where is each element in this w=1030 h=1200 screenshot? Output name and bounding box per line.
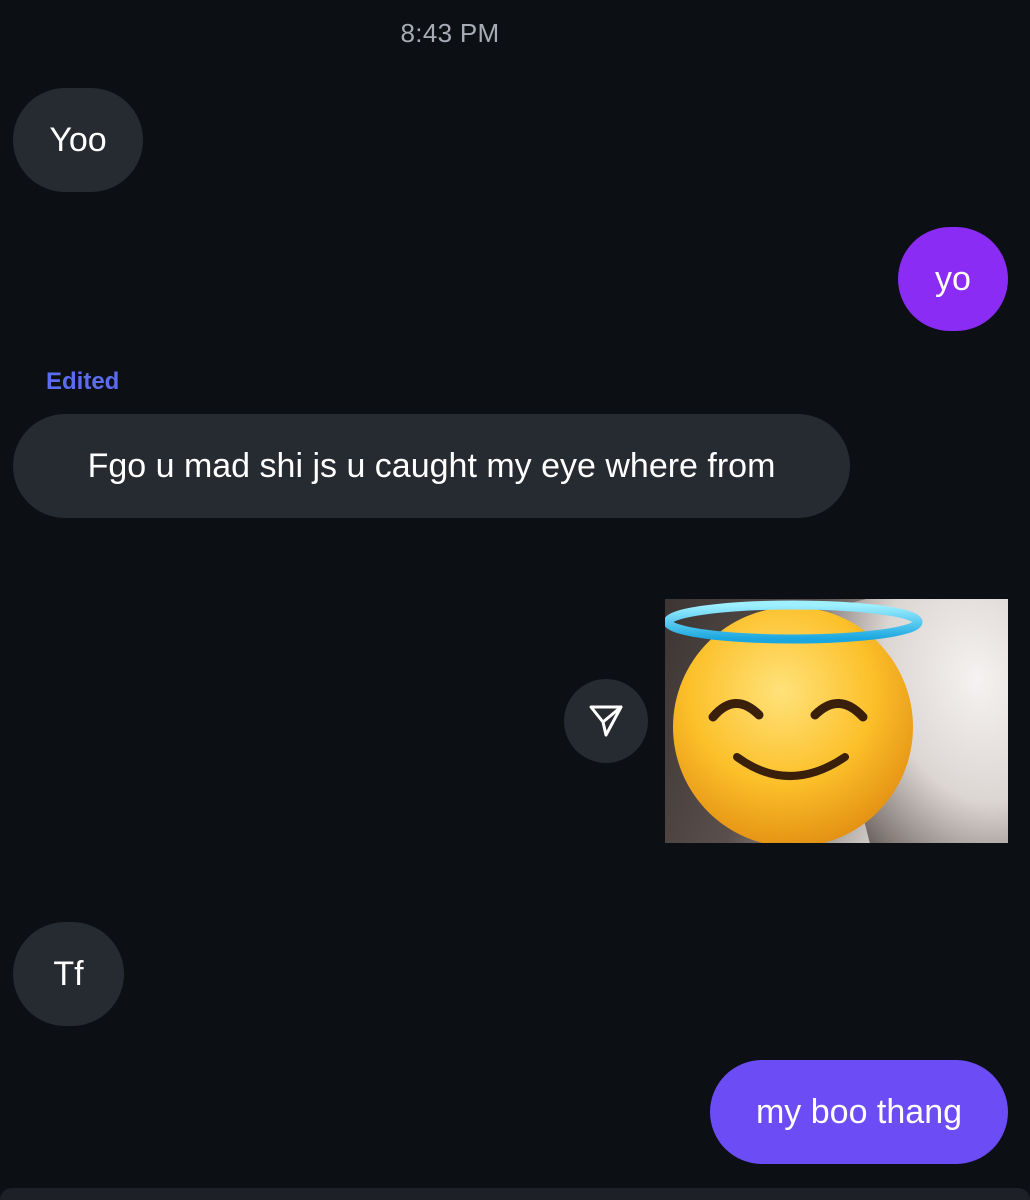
message-text: Fgo u mad shi js u caught my eye where f… [87, 446, 776, 485]
outgoing-message-bubble[interactable]: yo [898, 227, 1008, 331]
share-button[interactable] [564, 679, 648, 763]
message-composer[interactable] [0, 1188, 1030, 1200]
message-text: yo [935, 259, 971, 298]
photo-attachment[interactable] [665, 599, 1008, 843]
outgoing-message-bubble[interactable]: my boo thang [710, 1060, 1008, 1164]
incoming-message-bubble[interactable]: Tf [13, 922, 124, 1026]
message-text: Tf [53, 954, 84, 993]
message-timestamp: 8:43 PM [400, 18, 500, 48]
smiling-face-with-halo-sticker [665, 600, 923, 843]
message-text: Yoo [49, 120, 107, 159]
edited-label: Edited [46, 368, 120, 395]
share-icon [589, 705, 623, 737]
incoming-message-bubble[interactable]: Yoo [13, 88, 143, 192]
incoming-message-bubble[interactable]: Fgo u mad shi js u caught my eye where f… [13, 414, 850, 518]
message-text: my boo thang [755, 1092, 963, 1131]
